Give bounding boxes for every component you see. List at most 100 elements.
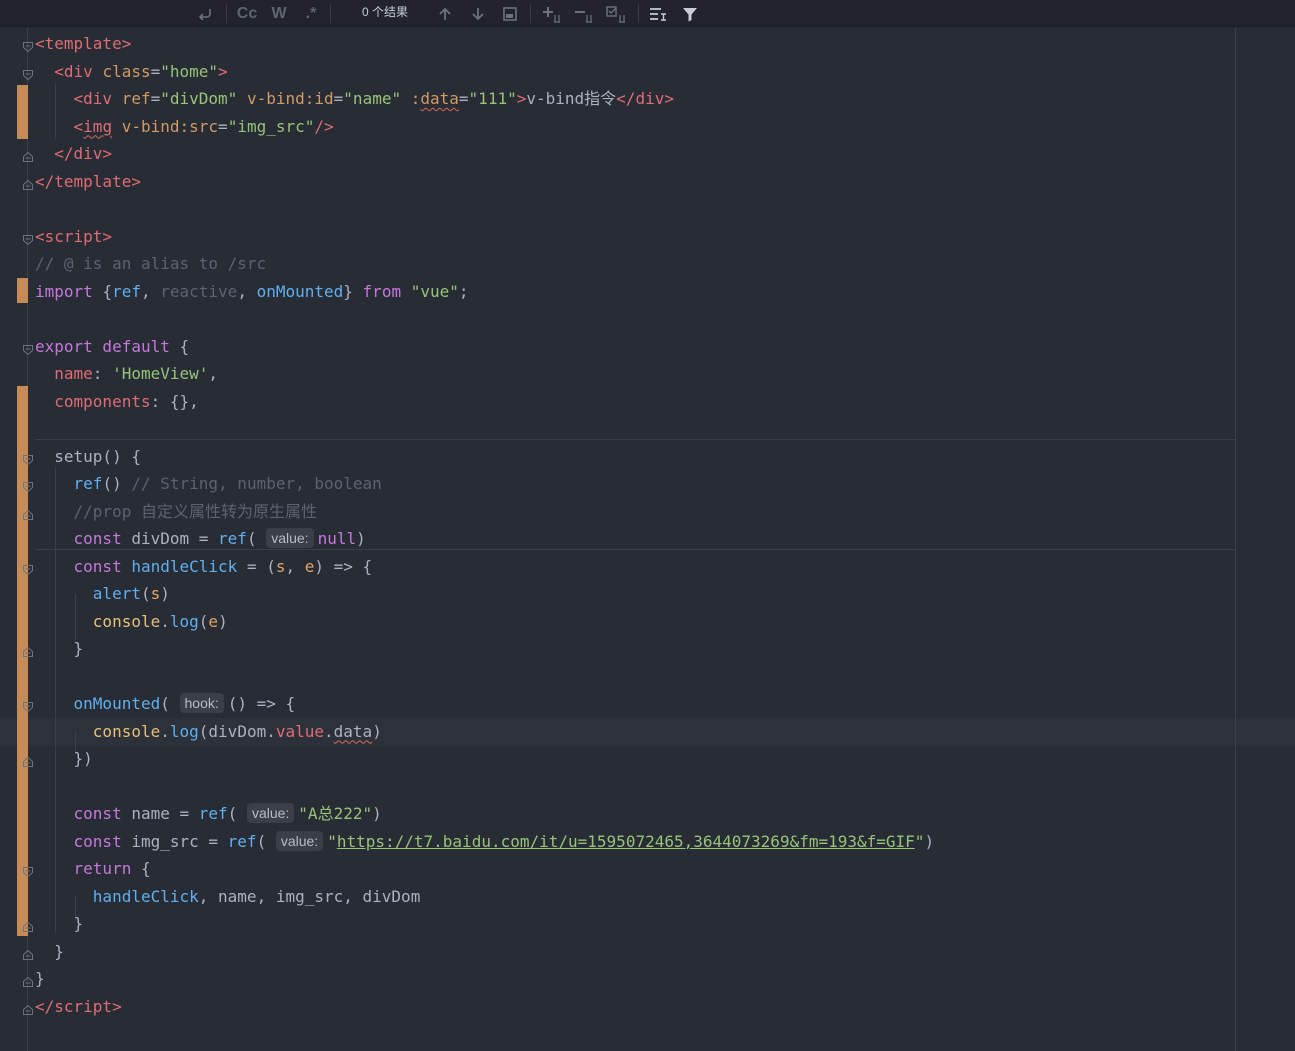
code-token: img bbox=[83, 116, 113, 136]
code-token: ; bbox=[458, 281, 469, 301]
code-token: ) bbox=[372, 721, 382, 741]
arrow-up-icon[interactable] bbox=[434, 0, 456, 27]
fold-collapse-icon[interactable] bbox=[22, 863, 34, 878]
code-token: name bbox=[54, 364, 93, 383]
vcs-change-marker[interactable] bbox=[17, 386, 28, 936]
code-line[interactable]: <div class="home"> bbox=[35, 58, 228, 85]
code-token: const bbox=[73, 831, 132, 851]
code-token: import bbox=[35, 281, 103, 301]
code-line[interactable]: } bbox=[35, 965, 45, 992]
fold-end-icon[interactable] bbox=[22, 973, 34, 987]
code-line[interactable]: } bbox=[35, 910, 84, 937]
code-line[interactable]: handleClick, name, img_src, divDom bbox=[35, 883, 421, 910]
code-token: } bbox=[343, 281, 363, 301]
code-line[interactable]: <img v-bind:src="img_src"/> bbox=[35, 113, 334, 140]
code-line[interactable]: onMounted( hook:() => { bbox=[35, 690, 295, 717]
filter-icon[interactable] bbox=[679, 0, 701, 27]
code-line[interactable]: console.log(e) bbox=[35, 608, 228, 635]
code-line[interactable]: ref() // String, number, boolean bbox=[35, 470, 382, 497]
regex-button[interactable]: .* bbox=[300, 0, 322, 27]
match-case-button[interactable]: Cc bbox=[234, 0, 260, 27]
code-line[interactable]: return { bbox=[35, 855, 151, 882]
fold-end-icon[interactable] bbox=[22, 1001, 34, 1015]
fold-end-icon[interactable] bbox=[22, 918, 34, 932]
fold-end-icon[interactable] bbox=[22, 506, 34, 520]
code-token: ref bbox=[73, 474, 103, 493]
code-line[interactable]: alert(s) bbox=[35, 580, 170, 607]
code-line[interactable]: //prop 自定义属性转为原生属性 bbox=[35, 498, 317, 525]
code-line[interactable]: name: 'HomeView', bbox=[35, 360, 218, 387]
fold-end-icon[interactable] bbox=[22, 946, 34, 960]
code-line[interactable]: setup() { bbox=[35, 443, 141, 470]
code-token: alert bbox=[92, 584, 141, 603]
fold-collapse-icon[interactable] bbox=[22, 231, 34, 245]
code-line[interactable]: <template> bbox=[35, 30, 131, 57]
code-line[interactable]: }) bbox=[35, 745, 93, 772]
code-token: { bbox=[102, 281, 113, 301]
parameter-hint: hook: bbox=[179, 693, 224, 713]
code-token: , bbox=[140, 281, 161, 301]
code-line[interactable]: } bbox=[35, 938, 64, 965]
code-token: , name, img_src, divDom bbox=[198, 886, 421, 906]
vcs-change-marker[interactable] bbox=[17, 278, 28, 303]
code-editor[interactable]: <template> <div class="home"> <div ref="… bbox=[0, 28, 1295, 1051]
whole-word-button[interactable]: W bbox=[267, 0, 291, 27]
code-token: . bbox=[324, 721, 334, 741]
code-line[interactable]: // @ is an alias to /src bbox=[35, 250, 266, 277]
code-line[interactable]: </template> bbox=[35, 168, 141, 195]
code-token: > bbox=[218, 61, 228, 81]
fold-end-icon[interactable] bbox=[22, 176, 34, 190]
code-token: , bbox=[208, 364, 219, 383]
code-line[interactable]: </script> bbox=[35, 993, 122, 1020]
fold-collapse-icon[interactable] bbox=[22, 478, 34, 493]
code-line[interactable]: } bbox=[35, 635, 84, 662]
code-token: <div bbox=[54, 61, 103, 81]
code-line[interactable]: const img_src = ref( value: "https://t7.b… bbox=[35, 828, 934, 855]
code-token: handleClick bbox=[131, 556, 238, 576]
code-token: } bbox=[35, 914, 84, 933]
remove-occurrence-icon[interactable] bbox=[572, 0, 596, 27]
code-line[interactable]: </div> bbox=[35, 140, 112, 167]
code-token: // String, number, boolean bbox=[131, 474, 382, 493]
fold-end-icon[interactable] bbox=[22, 753, 34, 767]
fold-collapse-icon[interactable] bbox=[22, 561, 34, 575]
fold-end-icon[interactable] bbox=[22, 148, 34, 162]
fold-collapse-icon[interactable] bbox=[22, 698, 34, 713]
code-token: ) bbox=[372, 804, 382, 823]
code-token: ) => { bbox=[314, 556, 373, 576]
code-line[interactable]: console.log(divDom.value.data) bbox=[35, 718, 382, 745]
arrow-down-icon[interactable] bbox=[467, 0, 489, 27]
code-line[interactable]: <div ref="divDom" v-bind:id="name" :data… bbox=[35, 85, 674, 112]
open-in-window-icon[interactable] bbox=[499, 0, 521, 27]
filter-lines-icon[interactable] bbox=[647, 0, 669, 27]
code-token: /> bbox=[314, 116, 334, 136]
code-token: = bbox=[150, 61, 161, 81]
code-token: () bbox=[102, 474, 132, 493]
code-line[interactable]: const name = ref( value: "A总222") bbox=[35, 800, 382, 827]
code-token: ref bbox=[227, 831, 257, 851]
fold-collapse-icon[interactable] bbox=[22, 451, 34, 465]
code-line[interactable]: import {ref, reactive, onMounted} from "… bbox=[35, 278, 469, 305]
code-token: from bbox=[362, 281, 411, 301]
code-token: ) bbox=[356, 529, 366, 548]
code-line[interactable]: components: {}, bbox=[35, 388, 199, 415]
parameter-hint: value: bbox=[246, 803, 295, 823]
code-token: . bbox=[160, 611, 170, 631]
code-token: ( bbox=[227, 804, 247, 823]
code-line[interactable]: export default { bbox=[35, 333, 189, 360]
fold-collapse-icon[interactable] bbox=[22, 66, 34, 80]
select-all-occurrences-icon[interactable] bbox=[604, 0, 630, 27]
code-token: } bbox=[35, 941, 64, 961]
code-line[interactable]: <script> bbox=[35, 223, 112, 250]
code-token: log bbox=[169, 611, 199, 631]
code-line[interactable]: const handleClick = (s, e) => { bbox=[35, 553, 373, 580]
fold-end-icon[interactable] bbox=[22, 643, 34, 657]
add-occurrence-icon[interactable] bbox=[540, 0, 564, 27]
soft-wrap-icon[interactable] bbox=[194, 0, 216, 27]
code-line[interactable]: const divDom = ref( value: null) bbox=[35, 525, 366, 552]
fold-collapse-icon[interactable] bbox=[22, 341, 34, 355]
code-token: v-bind:id bbox=[246, 89, 334, 108]
vcs-change-marker[interactable] bbox=[17, 85, 28, 139]
fold-collapse-icon[interactable] bbox=[22, 38, 34, 53]
